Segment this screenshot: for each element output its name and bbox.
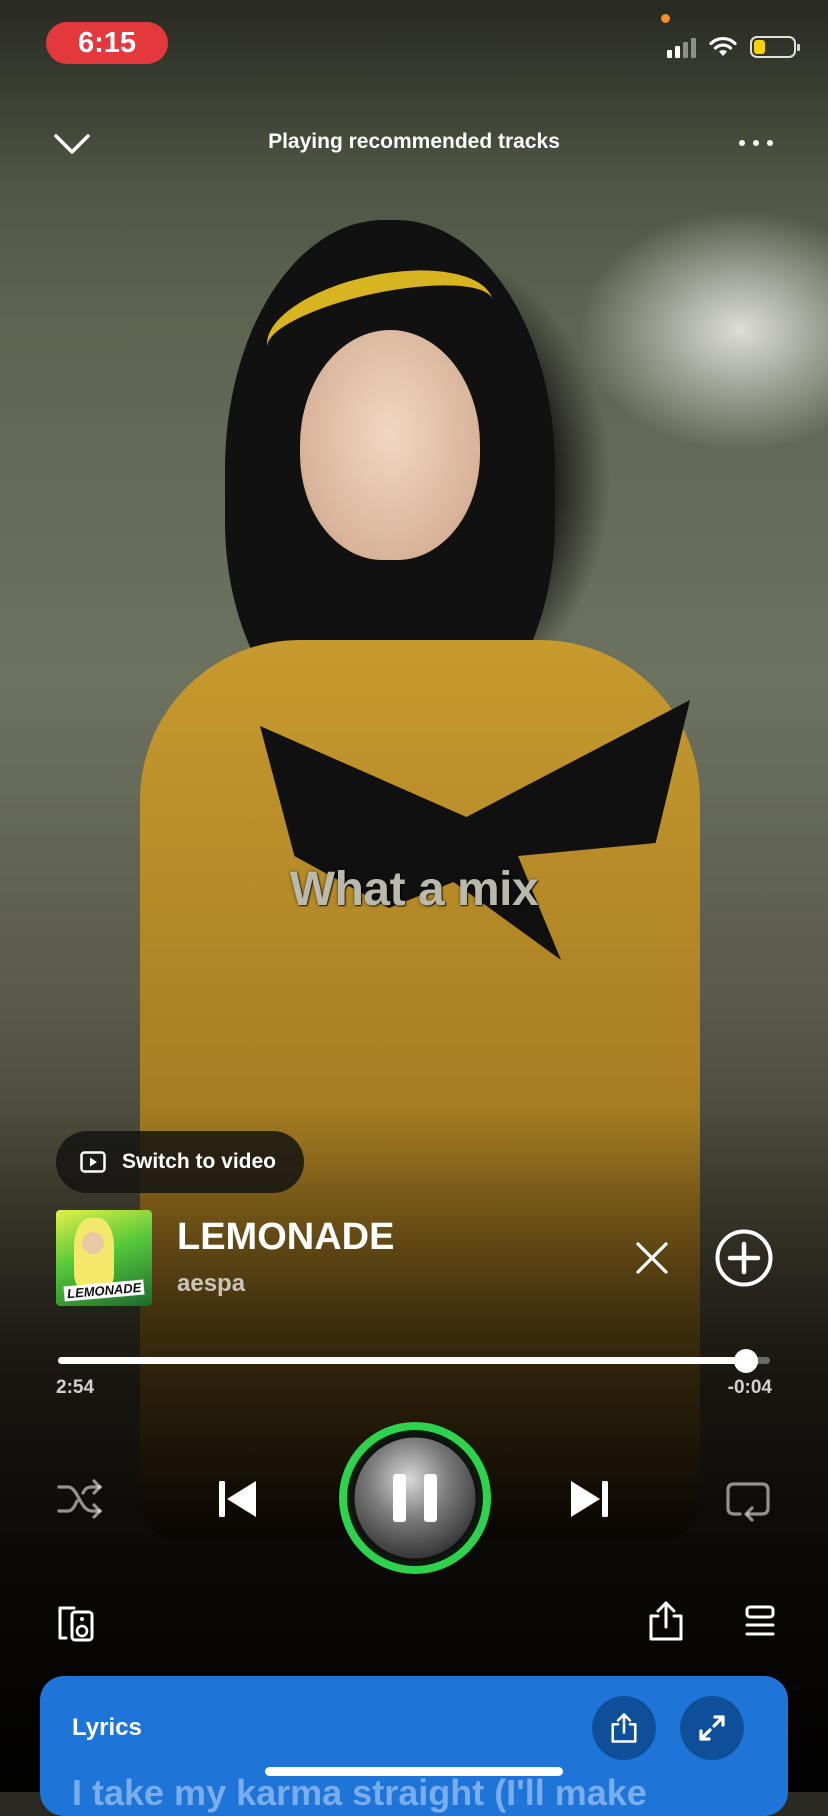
now-playing-context-title: Playing recommended tracks: [268, 130, 560, 153]
time-remaining: -0:04: [727, 1377, 772, 1398]
privacy-indicator-dot: [661, 14, 670, 23]
skip-next-icon[interactable]: [567, 1477, 611, 1521]
connect-device-icon[interactable]: [56, 1604, 96, 1642]
video-lyric-overlay: What a mix: [289, 863, 539, 916]
battery-level: [754, 40, 766, 54]
share-icon: [611, 1713, 637, 1743]
track-title[interactable]: LEMONADE: [177, 1216, 394, 1259]
more-options-icon[interactable]: [736, 130, 776, 156]
lyrics-first-line: I take my karma straight (I'll make: [72, 1772, 647, 1813]
play-square-icon: [80, 1151, 106, 1173]
lyrics-expand-button[interactable]: [680, 1696, 744, 1760]
lyrics-share-button[interactable]: [592, 1696, 656, 1760]
repeat-icon[interactable]: [724, 1478, 772, 1522]
share-icon[interactable]: [646, 1600, 686, 1642]
plus-circle-icon[interactable]: [714, 1228, 774, 1288]
status-time: 6:15: [46, 22, 168, 64]
queue-icon[interactable]: [744, 1604, 776, 1638]
wifi-icon: [709, 36, 737, 56]
lyrics-card-title: Lyrics: [72, 1714, 142, 1741]
close-icon[interactable]: [632, 1238, 672, 1278]
playback-scrubber-handle[interactable]: [733, 1349, 758, 1373]
shuffle-icon[interactable]: [56, 1477, 104, 1521]
lyrics-card[interactable]: Lyrics I take my karma straight (I'll ma…: [40, 1676, 788, 1816]
time-elapsed: 2:54: [56, 1377, 95, 1398]
switch-to-video-label: Switch to video: [122, 1150, 277, 1173]
playback-progress-fill: [58, 1357, 746, 1364]
track-artist[interactable]: aespa: [177, 1270, 245, 1298]
playback-progress-bar[interactable]: [58, 1349, 770, 1373]
album-art-face: [82, 1232, 104, 1254]
expand-icon: [699, 1715, 725, 1741]
switch-to-video-button[interactable]: Switch to video: [56, 1131, 304, 1193]
pause-button[interactable]: [335, 1418, 495, 1578]
pause-icon: [339, 1422, 491, 1574]
home-indicator[interactable]: [265, 1767, 563, 1776]
album-art[interactable]: LEMONADE: [56, 1210, 152, 1306]
cellular-signal-icon: [667, 36, 696, 58]
battery-icon: [750, 36, 800, 58]
status-icons: [667, 32, 800, 62]
skip-previous-icon[interactable]: [216, 1477, 260, 1521]
